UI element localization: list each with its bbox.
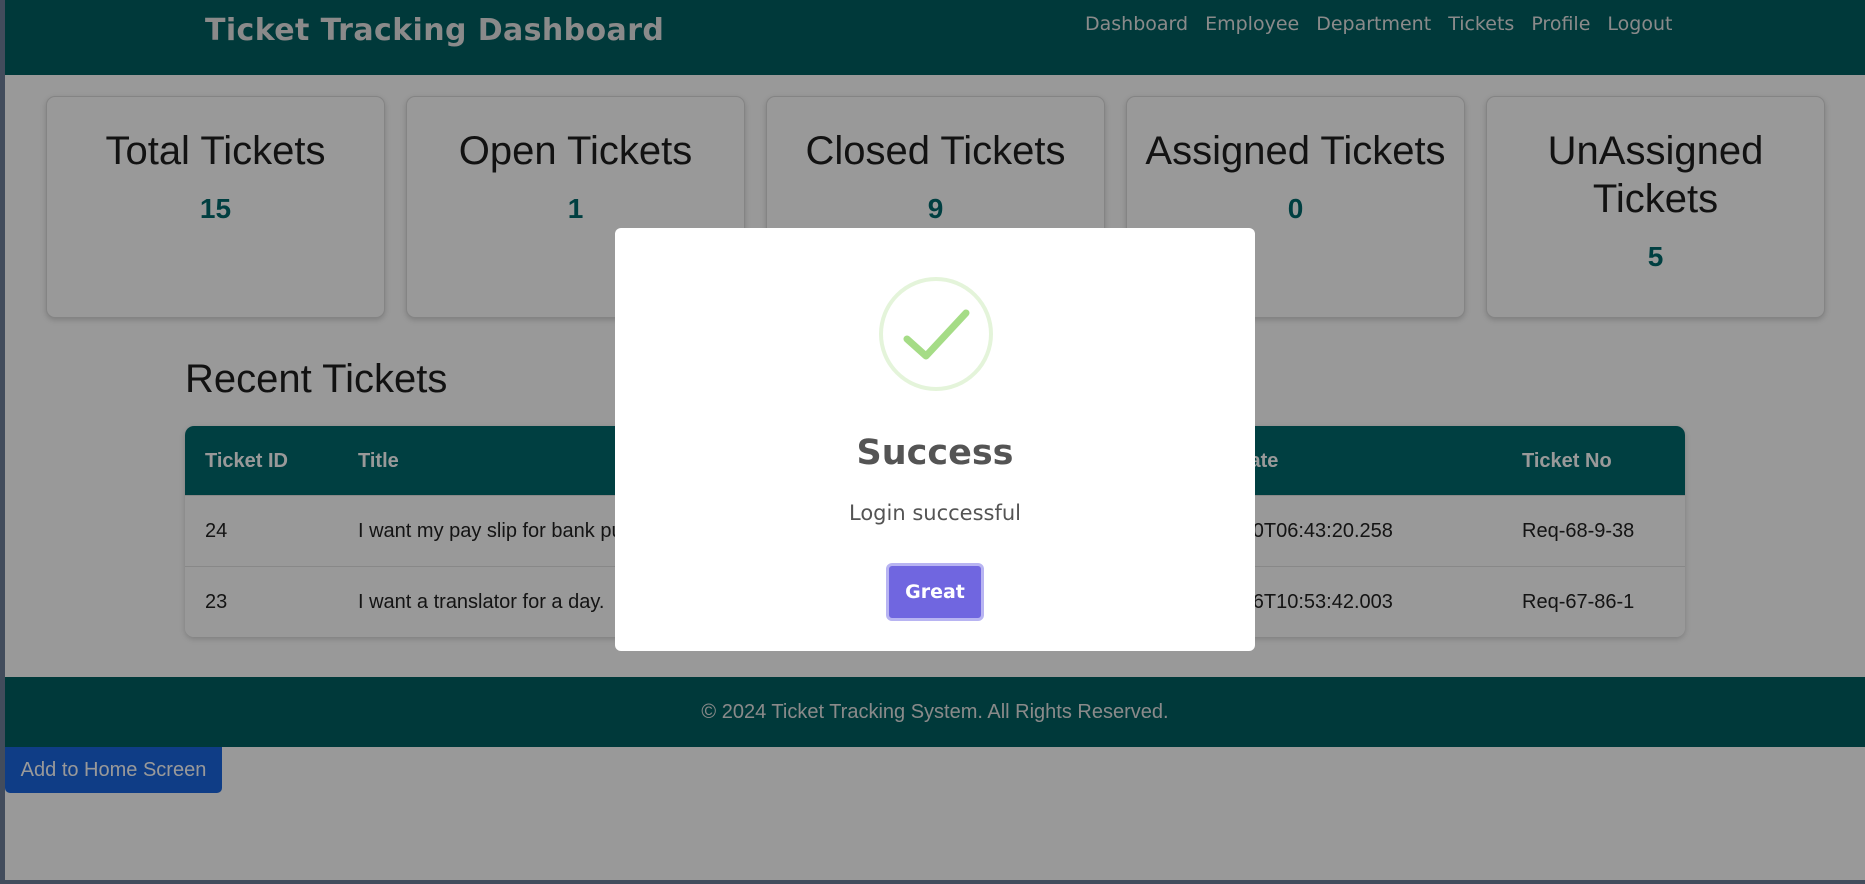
success-dialog: Success Login successful Great <box>615 228 1255 651</box>
dialog-title: Success <box>856 433 1014 473</box>
great-button[interactable]: Great <box>886 563 984 621</box>
modal-backdrop[interactable]: Success Login successful Great <box>0 0 1865 884</box>
dialog-message: Login successful <box>848 501 1021 525</box>
checkmark-icon <box>879 277 993 391</box>
